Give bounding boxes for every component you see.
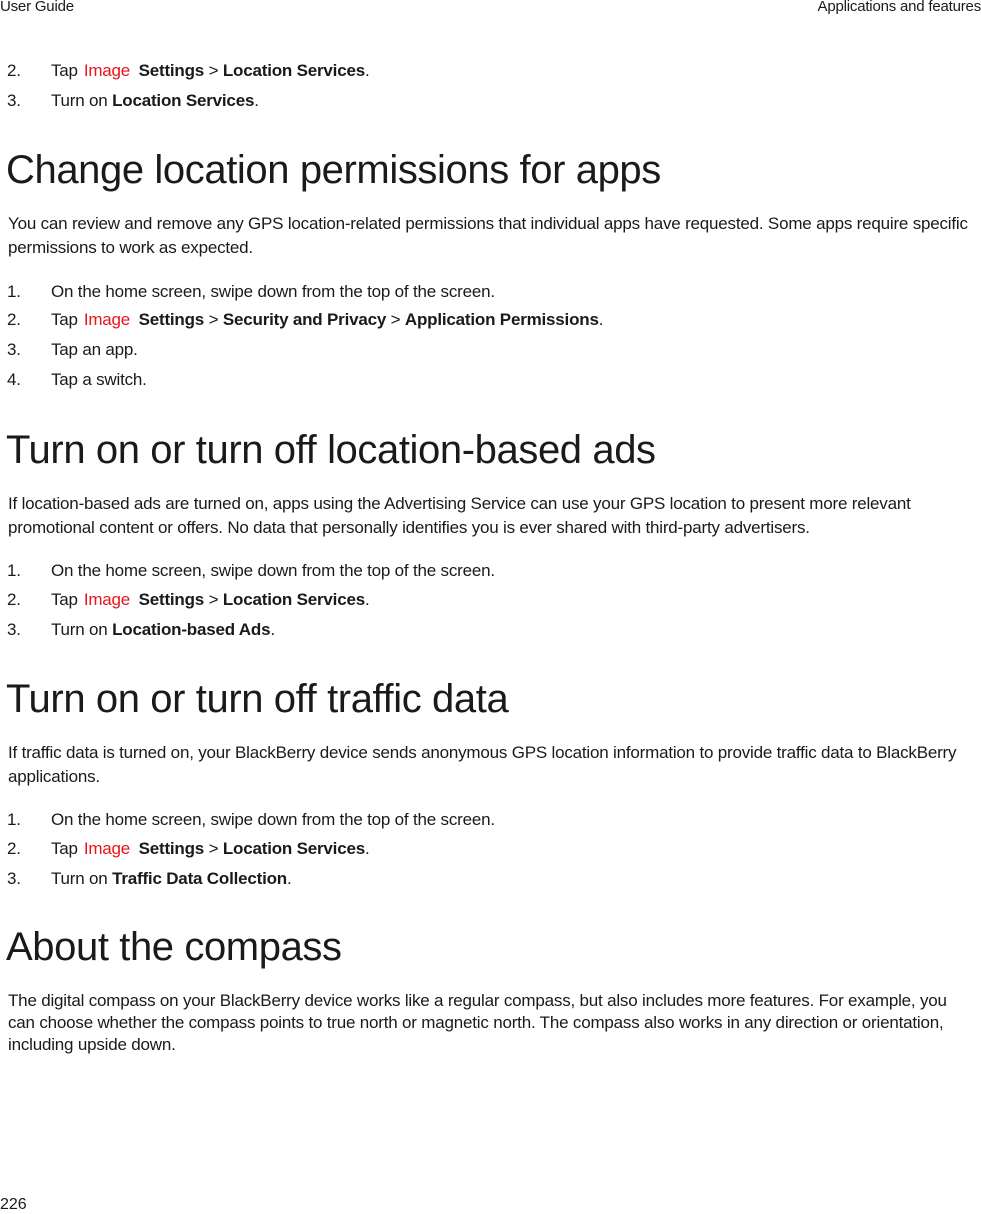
section-paragraph: The digital compass on your BlackBerry d…: [8, 991, 947, 1054]
page-number: 226: [0, 1196, 27, 1213]
settings-image-placeholder: Image: [83, 310, 131, 329]
running-header-left: User Guide: [0, 0, 74, 15]
section-heading: Turn on or turn off location-based ads: [6, 428, 656, 472]
settings-image-placeholder: Image: [83, 61, 131, 80]
section-heading: Turn on or turn off traffic data: [6, 677, 509, 721]
section-paragraph: If traffic data is turned on, your Black…: [8, 743, 957, 786]
section-heading: About the compass: [6, 925, 342, 969]
section-paragraph: You can review and remove any GPS locati…: [8, 214, 968, 257]
settings-image-placeholder: Image: [83, 839, 131, 858]
section-heading: Change location permissions for apps: [6, 148, 661, 192]
settings-image-placeholder: Image: [83, 590, 131, 609]
running-header-right: Applications and features: [817, 0, 981, 15]
section-paragraph: If location-based ads are turned on, app…: [8, 494, 911, 537]
